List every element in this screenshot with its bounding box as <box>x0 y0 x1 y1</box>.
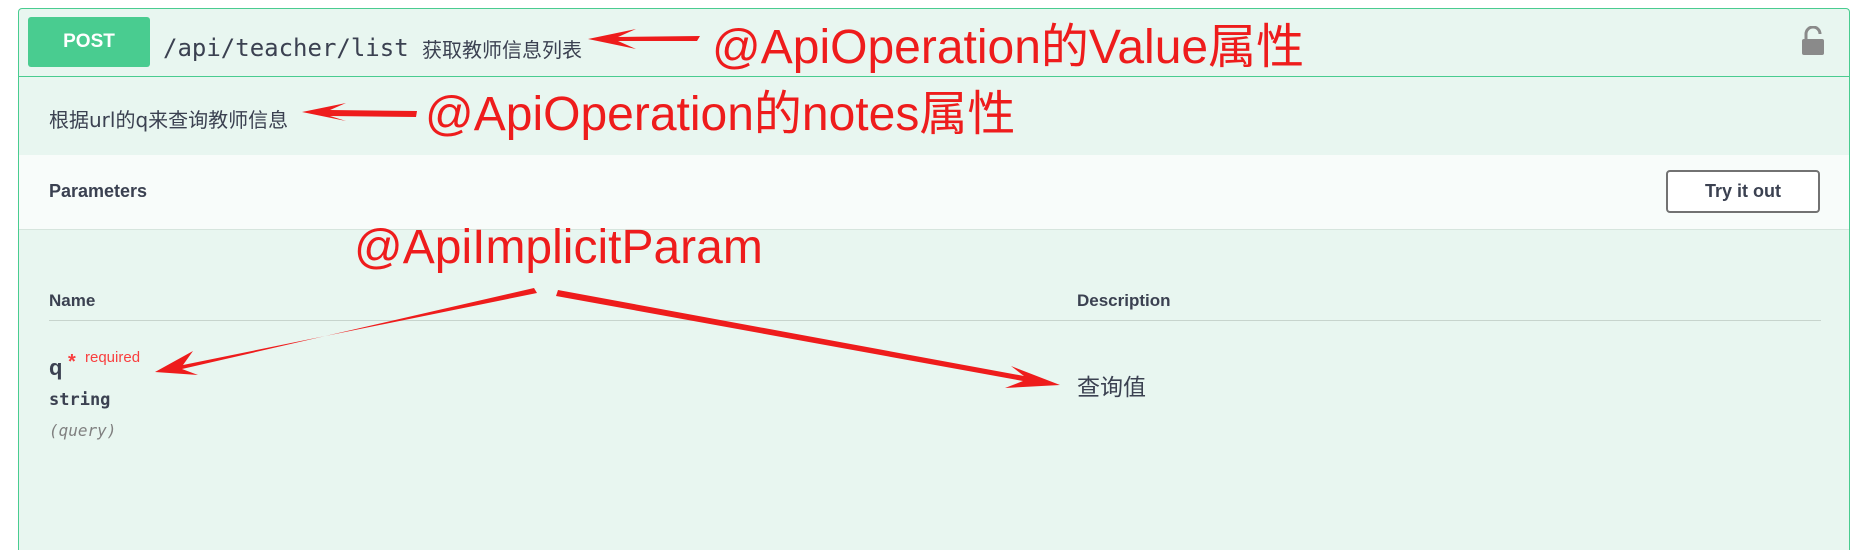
parameter-type: string <box>49 390 111 410</box>
parameters-header: Parameters Try it out <box>19 155 1849 230</box>
parameter-location: (query) <box>49 421 117 440</box>
operation-notes: 根据url的q来查询教师信息 <box>49 108 289 132</box>
annotation-notes: @ApiOperation的notes属性 <box>425 88 1016 141</box>
operation-path: /api/teacher/list <box>163 34 409 62</box>
parameters-title: Parameters <box>49 181 148 201</box>
operation-summary-text: 获取教师信息列表 <box>422 38 582 62</box>
try-it-out-button[interactable]: Try it out <box>1666 170 1820 213</box>
required-label: required <box>85 349 141 366</box>
annotation-param: @ApiImplicitParam <box>354 221 763 274</box>
required-star: * <box>68 351 76 373</box>
column-header-description: Description <box>1077 291 1171 310</box>
table-header-divider <box>49 320 1821 321</box>
parameter-name: q <box>49 355 63 380</box>
parameter-description: 查询值 <box>1077 375 1146 401</box>
annotation-value: @ApiOperation的Value属性 <box>712 21 1305 74</box>
column-header-name: Name <box>49 291 96 310</box>
method-badge: POST <box>28 17 150 67</box>
lock-icon[interactable] <box>1801 26 1825 56</box>
